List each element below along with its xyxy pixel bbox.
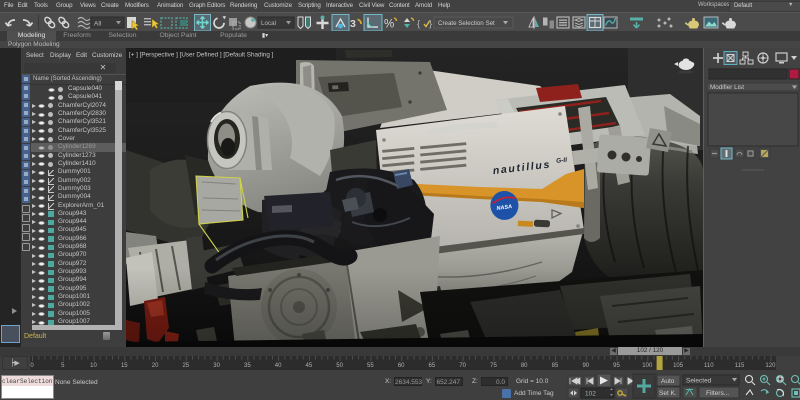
- svg-text:110: 110: [704, 363, 714, 369]
- svg-text:85: 85: [552, 363, 559, 369]
- svg-text:80: 80: [521, 363, 528, 369]
- svg-text:115: 115: [735, 363, 745, 369]
- svg-text:Local: Local: [261, 20, 276, 27]
- svg-text:55: 55: [367, 363, 374, 369]
- svg-text:102: 102: [585, 391, 596, 398]
- svg-text:Create Selection Set: Create Selection Set: [438, 20, 495, 27]
- svg-text:70: 70: [459, 363, 466, 369]
- svg-text:25: 25: [182, 363, 189, 369]
- svg-text:Filters...: Filters...: [706, 390, 729, 397]
- svg-text:105: 105: [673, 363, 684, 369]
- svg-text:95: 95: [613, 363, 620, 369]
- svg-text:65: 65: [429, 363, 436, 369]
- svg-text:[+ ] [Perspective ] [User Def: [+ ] [Perspective ] [User Defined ] [Def…: [129, 52, 274, 59]
- svg-text:120: 120: [765, 363, 776, 369]
- svg-text:40: 40: [275, 363, 282, 369]
- svg-text:Auto: Auto: [661, 378, 675, 385]
- svg-text:Set K.: Set K.: [659, 390, 677, 397]
- svg-text:15: 15: [121, 363, 128, 369]
- svg-text:0: 0: [30, 363, 34, 369]
- svg-text:75: 75: [490, 363, 497, 369]
- svg-text:35: 35: [244, 363, 251, 369]
- svg-text:G-II: G-II: [556, 157, 568, 165]
- svg-text:Modifier List: Modifier List: [710, 84, 744, 91]
- svg-text:90: 90: [582, 363, 589, 369]
- svg-text:30: 30: [213, 363, 220, 369]
- svg-text:5: 5: [61, 363, 65, 369]
- svg-text:10: 10: [90, 363, 97, 369]
- svg-text:60: 60: [398, 363, 405, 369]
- svg-text:Selected: Selected: [686, 378, 712, 385]
- svg-text:}: }: [429, 19, 432, 30]
- svg-text:{: {: [417, 19, 420, 30]
- svg-text:45: 45: [306, 363, 313, 369]
- svg-text:All: All: [94, 21, 102, 28]
- svg-text:20: 20: [152, 363, 159, 369]
- svg-text:%: %: [384, 19, 394, 31]
- svg-text:3: 3: [350, 18, 356, 30]
- svg-text:50: 50: [336, 363, 343, 369]
- svg-text:100: 100: [642, 363, 653, 369]
